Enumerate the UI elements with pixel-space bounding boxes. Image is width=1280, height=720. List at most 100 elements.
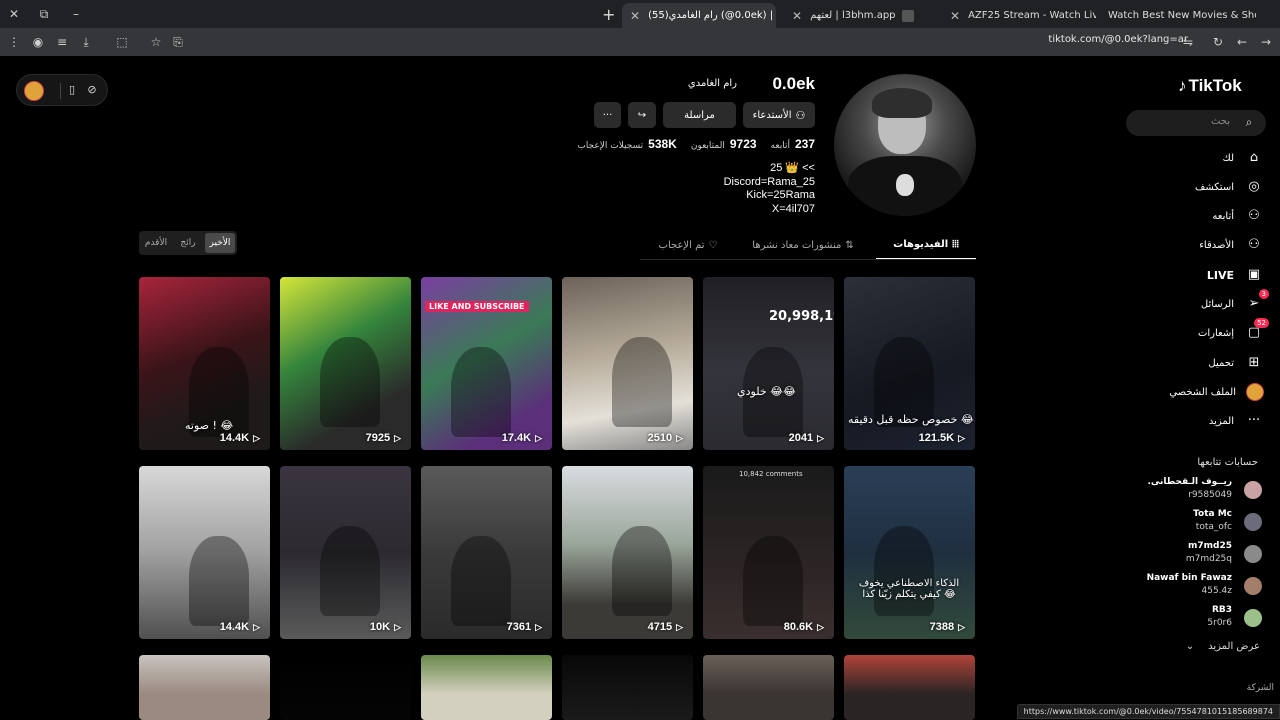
close-window-icon[interactable]: ✕ <box>6 6 22 22</box>
sidebar-item-home[interactable]: ⌂ لك <box>1140 146 1264 170</box>
play-icon: ▷ <box>676 433 683 443</box>
profile-avatar[interactable] <box>24 81 44 101</box>
playlist-icon[interactable]: ≡ <box>54 34 70 50</box>
following-heading: حسابات تتابعها <box>1197 457 1258 468</box>
video-thumbnail[interactable] <box>139 655 270 720</box>
video-caption: الذكاء الاصطناعي يخوف كيفي يتكلم زيّنا ك… <box>858 578 960 600</box>
menu-dots-icon[interactable]: ⋮ <box>6 34 22 50</box>
sidebar-item-explore[interactable]: ◎ استكشف <box>1140 175 1264 199</box>
play-icon: ▷ <box>676 622 683 632</box>
account-name: RB3 <box>1211 605 1232 615</box>
bookmark-star-icon[interactable]: ☆ <box>148 34 164 50</box>
sidebar-item-more[interactable]: ··· المزيد <box>1140 409 1264 433</box>
video-thumbnail[interactable]: 10,842 comments 80.6K ▷ <box>703 466 834 639</box>
sidebar-item-following[interactable]: ⚇ أتابعه <box>1140 204 1264 228</box>
sort-oldest[interactable]: الأقدم <box>141 233 171 253</box>
more-dots-icon: ··· <box>602 109 613 121</box>
compass-icon[interactable]: ⊘ <box>85 83 99 97</box>
view-count-value: 2041 <box>788 432 814 444</box>
reload-icon[interactable]: ↻ <box>1210 34 1226 50</box>
profile-tabs: ⦙⦙⦙ الفيديوهات ⇅ منشورات معاد نشرها ♡ تم ال… <box>640 230 976 260</box>
profile-bio: 25 👑 << Discord=Rama_25 Kick=25Rama X=4i… <box>724 162 815 216</box>
message-button[interactable]: مراسلة <box>663 102 736 128</box>
stat-followers[interactable]: 9723 المتابعون <box>691 137 757 151</box>
back-icon[interactable]: ← <box>1234 34 1250 50</box>
forward-icon[interactable]: → <box>1258 34 1274 50</box>
video-thumbnail[interactable]: 4715 ▷ <box>562 466 693 639</box>
video-thumbnail[interactable]: 7925 ▷ <box>280 277 411 450</box>
following-account[interactable]: ريــوف الـقحطانى. r9585049 <box>1148 477 1262 503</box>
view-count-value: 4715 <box>647 621 673 633</box>
browser-tab-l3bhm[interactable]: ✕ لعتهم | l3bhm.app <box>784 3 940 28</box>
video-thumbnail[interactable]: صوته ! 😂 14.4K ▷ <box>139 277 270 450</box>
video-thumbnail[interactable] <box>280 655 411 720</box>
video-thumbnail[interactable]: 2510 ▷ <box>562 277 693 450</box>
close-tab-icon[interactable]: ✕ <box>792 9 802 23</box>
minimize-window-icon[interactable]: – <box>68 6 84 22</box>
sidebar-item-live[interactable]: ▣ LIVE <box>1140 263 1264 287</box>
extensions-icon[interactable]: ⬚ <box>114 34 130 50</box>
phone-icon[interactable]: ▯ <box>65 83 79 97</box>
sidebar-item-label: أتابعه <box>1212 210 1234 222</box>
download-icon[interactable]: ⤓ <box>78 34 94 50</box>
install-app-icon[interactable]: ⎘ <box>170 34 186 50</box>
account-name: m7md25 <box>1188 541 1232 551</box>
chevron-down-icon: ⌄ <box>1185 641 1195 652</box>
sidebar-item-inbox[interactable]: ▢ 52 إشعارات <box>1140 318 1269 345</box>
close-tab-icon[interactable]: ✕ <box>950 9 960 23</box>
repost-icon: ⇅ <box>845 239 854 251</box>
more-options-button[interactable]: ··· <box>594 102 621 128</box>
browser-tab-movies[interactable]: Watch Best New Movies & Sho <box>1100 3 1256 28</box>
new-tab-icon[interactable]: + <box>602 5 615 24</box>
video-thumbnail[interactable] <box>421 655 552 720</box>
see-more-link[interactable]: عرض المزيد ⌄ <box>1168 641 1260 652</box>
browser-tab-bar: ✕ ⧉ – + ✕ (55)رام الغامدي (@0.0ek) | Tik… <box>0 0 1280 28</box>
video-thumbnail[interactable]: الذكاء الاصطناعي يخوف كيفي يتكلم زيّنا ك… <box>844 466 975 639</box>
sort-latest[interactable]: الأخير <box>205 233 235 253</box>
video-thumbnail[interactable] <box>703 655 834 720</box>
video-thumbnail[interactable]: LIKE AND SUBSCRIBE 17.4K ▷ <box>421 277 552 450</box>
stat-following[interactable]: 237 أتابعه <box>771 137 815 151</box>
browser-tab-tiktok[interactable]: ✕ (55)رام الغامدي (@0.0ek) | TikTok <box>622 3 776 28</box>
video-thumbnail[interactable] <box>562 655 693 720</box>
video-thumbnail[interactable]: 7361 ▷ <box>421 466 552 639</box>
friends-button[interactable]: الأستدعاء ⚇ <box>743 102 815 128</box>
video-thumbnail[interactable]: خصوص حظه قبل دقيقه 😂 121.5K ▷ <box>844 277 975 450</box>
share-button[interactable]: ↪ <box>628 102 656 128</box>
sidebar-item-friends[interactable]: ⚇ الأصدقاء <box>1140 233 1264 257</box>
following-account[interactable]: RB3 5r0r6 <box>1150 605 1262 631</box>
restore-window-icon[interactable]: ⧉ <box>36 6 52 22</box>
play-icon: ▷ <box>535 622 542 632</box>
video-thumbnail[interactable]: 10K ▷ <box>280 466 411 639</box>
browser-tab-azf25[interactable]: ✕ AZF25 Stream - Watch Live on <box>942 3 1096 28</box>
sort-popular[interactable]: رائج <box>173 233 203 253</box>
tab-reposts[interactable]: ⇅ منشورات معاد نشرها <box>740 230 866 260</box>
sidebar-item-profile[interactable]: الملف الشخصي <box>1140 380 1264 404</box>
video-thumbnail[interactable]: 20,998,19 خلودي 😂😂 2041▷ <box>703 277 834 450</box>
address-bar[interactable]: tiktok.com/@0.0ek?lang=ar <box>1048 34 1188 45</box>
sidebar-item-label: الرسائل <box>1200 298 1234 310</box>
sidebar-item-upload[interactable]: ⊞ تحميل <box>1140 351 1264 375</box>
following-account[interactable]: Nawaf bin Fawaz 455.4z <box>1147 573 1262 599</box>
tab-videos[interactable]: ⦙⦙⦙ الفيديوهات <box>876 230 976 260</box>
profile-nickname: رام الغامدي <box>687 78 737 89</box>
following-icon: ⚇ <box>1248 208 1260 223</box>
following-account[interactable]: Tota Mc tota_ofc <box>1150 509 1262 535</box>
tab-liked[interactable]: ♡ تم الإعجاب <box>640 230 736 260</box>
profile-avatar-large[interactable] <box>834 74 976 216</box>
sidebar-item-label: تحميل <box>1208 357 1234 369</box>
following-account[interactable]: m7md25 m7md25q <box>1150 541 1262 567</box>
view-count-value: 7388 <box>929 621 955 633</box>
close-tab-icon[interactable]: ✕ <box>630 9 640 23</box>
thumbnail-figure <box>612 337 672 427</box>
profile-stats: 237 أتابعه 9723 المتابعون 538K تسجيلات الإع… <box>577 137 815 151</box>
company-link[interactable]: الشركة <box>1247 683 1274 693</box>
search-icon[interactable]: ⌕ <box>1242 115 1256 129</box>
search-input[interactable]: بحث ⌕ <box>1126 110 1266 136</box>
account-icon[interactable]: ◉ <box>30 34 46 50</box>
tiktok-logo[interactable]: ♪ TikTok <box>1178 76 1242 96</box>
sidebar-item-messages[interactable]: ➢ 3 الرسائل <box>1140 289 1269 316</box>
site-settings-icon[interactable]: ⇋ <box>1180 34 1196 50</box>
video-thumbnail[interactable] <box>844 655 975 720</box>
video-thumbnail[interactable]: 14.4K ▷ <box>139 466 270 639</box>
